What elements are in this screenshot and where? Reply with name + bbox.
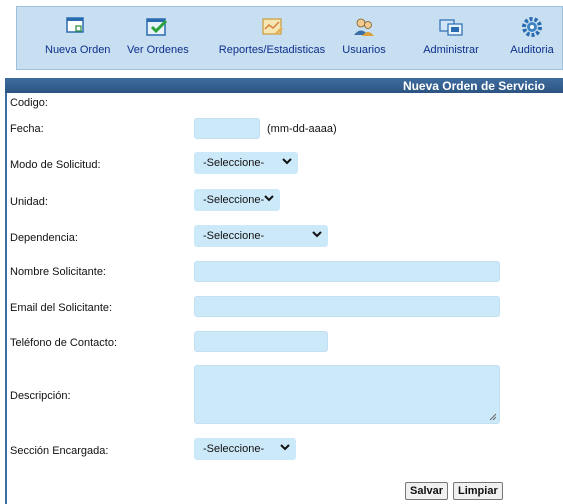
chevron-down-icon: [264, 195, 274, 202]
codigo-label: Codigo:: [10, 97, 48, 109]
nombre-solicitante-label: Nombre Solicitante:: [10, 266, 106, 278]
toolbar-auditoria[interactable]: Auditoria: [506, 15, 558, 56]
main-toolbar: Nueva Orden Ver Ordenes Reportes/Estadis…: [16, 6, 563, 70]
admin-icon: [439, 19, 463, 36]
seccion-encargada-select[interactable]: -Seleccione-: [194, 438, 296, 460]
form-header: Nueva Orden de Servicio: [5, 78, 563, 93]
toolbar-label: Reportes/Estadisticas: [218, 44, 326, 56]
descripcion-textarea[interactable]: [194, 365, 500, 424]
audit-gear-icon: [522, 17, 542, 37]
users-icon: [354, 18, 374, 36]
chevron-down-icon: [280, 444, 290, 451]
chevron-down-icon: [312, 231, 322, 238]
toolbar-administrar[interactable]: Administrar: [417, 15, 485, 56]
fecha-format-hint: (mm-dd-aaaa): [267, 123, 337, 135]
telefono-input[interactable]: [194, 331, 328, 352]
select-value: -Seleccione-: [203, 230, 265, 242]
modo-solicitud-select[interactable]: -Seleccione-: [194, 152, 298, 174]
form-title: Nueva Orden de Servicio: [402, 79, 545, 93]
toolbar-nueva-orden[interactable]: Nueva Orden: [45, 15, 111, 56]
seccion-encargada-label: Sección Encargada:: [10, 445, 109, 457]
fecha-label: Fecha:: [10, 123, 44, 135]
email-solicitante-label: Email del Solicitante:: [10, 302, 113, 314]
new-order-icon: [66, 17, 84, 33]
dependencia-select[interactable]: -Seleccione-: [194, 225, 328, 247]
nombre-solicitante-input[interactable]: [194, 261, 500, 282]
dependencia-label: Dependencia:: [10, 232, 78, 244]
toolbar-reportes[interactable]: Reportes/Estadisticas: [217, 15, 327, 56]
descripcion-label: Descripción:: [10, 390, 71, 402]
chevron-down-icon: [282, 158, 292, 165]
toolbar-label: Administrar: [423, 44, 479, 56]
save-button[interactable]: Salvar: [405, 482, 449, 500]
toolbar-ver-ordenes[interactable]: Ver Ordenes: [127, 15, 189, 56]
clear-button[interactable]: Limpiar: [453, 482, 503, 500]
unidad-label: Unidad:: [10, 196, 48, 208]
view-orders-icon: [146, 18, 168, 36]
select-value: -Seleccione-: [203, 194, 265, 206]
unidad-select[interactable]: -Seleccione-: [194, 189, 280, 211]
email-solicitante-input[interactable]: [194, 296, 500, 317]
toolbar-usuarios[interactable]: Usuarios: [339, 15, 389, 56]
telefono-label: Teléfono de Contacto:: [10, 337, 118, 349]
reports-icon: [262, 18, 283, 35]
toolbar-label: Usuarios: [342, 44, 386, 56]
modo-solicitud-label: Modo de Solicitud:: [10, 159, 101, 171]
select-value: -Seleccione-: [203, 157, 265, 169]
fecha-input[interactable]: [194, 118, 260, 139]
toolbar-label: Ver Ordenes: [127, 44, 189, 56]
resize-handle-icon[interactable]: [489, 413, 497, 421]
toolbar-label: Nueva Orden: [45, 44, 111, 56]
select-value: -Seleccione-: [203, 443, 265, 455]
toolbar-label: Auditoria: [510, 44, 554, 56]
